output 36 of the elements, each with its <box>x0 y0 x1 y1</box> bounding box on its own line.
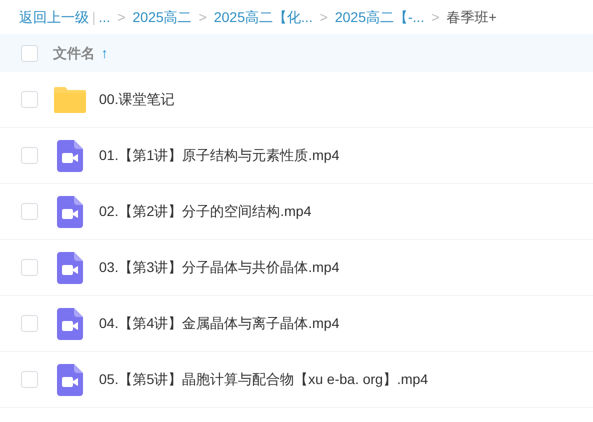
file-row[interactable]: 05.【第5讲】晶胞计算与配合物【xu e-ba. org】.mp4 <box>0 352 593 408</box>
breadcrumb-item[interactable]: 2025高二【-... <box>334 6 424 28</box>
checkbox[interactable] <box>21 259 38 276</box>
breadcrumb-separator: > <box>320 8 328 26</box>
file-name: 00.课堂笔记 <box>99 90 174 109</box>
file-name: 01.【第1讲】原子结构与元素性质.mp4 <box>99 146 340 165</box>
checkbox[interactable] <box>21 44 38 62</box>
breadcrumb-separator: > <box>117 8 126 26</box>
checkbox[interactable] <box>21 147 38 164</box>
folder-icon <box>53 86 87 114</box>
breadcrumb-item[interactable]: ... <box>98 6 110 28</box>
video-file-icon <box>57 308 83 340</box>
file-name: 05.【第5讲】晶胞计算与配合物【xu e-ba. org】.mp4 <box>99 370 428 389</box>
file-row[interactable]: 03.【第3讲】分子晶体与共价晶体.mp4 <box>0 240 593 296</box>
breadcrumb-item[interactable]: 2025高二【化... <box>214 6 313 28</box>
video-file-icon <box>57 196 83 228</box>
back-link[interactable]: 返回上一级 <box>19 6 89 28</box>
checkbox[interactable] <box>21 203 38 220</box>
checkbox[interactable] <box>21 371 38 388</box>
file-row[interactable]: 01.【第1讲】原子结构与元素性质.mp4 <box>0 128 593 184</box>
breadcrumb-separator: > <box>198 8 207 26</box>
file-name: 03.【第3讲】分子晶体与共价晶体.mp4 <box>99 258 340 277</box>
breadcrumb-separator: > <box>431 8 440 26</box>
breadcrumb-item[interactable]: 2025高二 <box>132 6 192 28</box>
checkbox[interactable] <box>21 91 38 108</box>
file-row[interactable]: 02.【第2讲】分子的空间结构.mp4 <box>0 184 593 240</box>
video-file-icon <box>57 364 83 396</box>
breadcrumb-item[interactable]: 春季班+ <box>446 6 497 28</box>
video-file-icon <box>57 252 83 284</box>
divider: | <box>92 8 96 27</box>
file-row[interactable]: 04.【第4讲】金属晶体与离子晶体.mp4 <box>0 296 593 352</box>
checkbox[interactable] <box>21 315 38 332</box>
file-row[interactable]: 00.课堂笔记 <box>0 72 593 128</box>
file-name: 02.【第2讲】分子的空间结构.mp4 <box>99 202 312 221</box>
file-name: 04.【第4讲】金属晶体与离子晶体.mp4 <box>99 314 340 333</box>
video-file-icon <box>57 140 83 172</box>
